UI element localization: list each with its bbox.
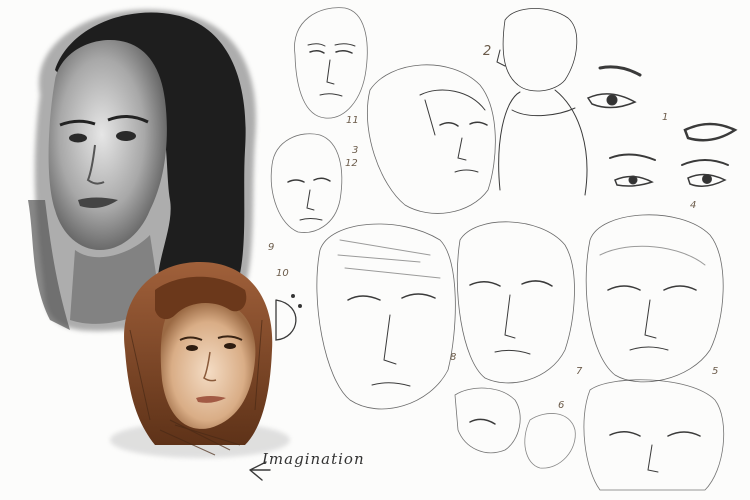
sketch-number: 2 (483, 44, 492, 59)
sketch-number: 3 (352, 145, 359, 156)
caption-imagination: Imagination (262, 450, 365, 468)
pencil-sketches (249, 7, 738, 491)
sketch-number: 4 (690, 200, 697, 211)
sketch-sheet: Imagination 11 2 1 12 3 9 10 4 8 7 5 6 (0, 0, 750, 500)
sketch-number: 8 (450, 352, 457, 363)
sketch-number: 6 (558, 400, 565, 411)
sketch-number: 5 (712, 366, 719, 377)
sketch-number: 11 (346, 115, 359, 126)
sketch-number: 1 (662, 112, 669, 123)
sketch-number: 12 (345, 158, 358, 169)
sketch-number: 7 (576, 366, 583, 377)
sketch-number: 9 (268, 242, 275, 253)
sketch-number: 10 (276, 268, 289, 279)
